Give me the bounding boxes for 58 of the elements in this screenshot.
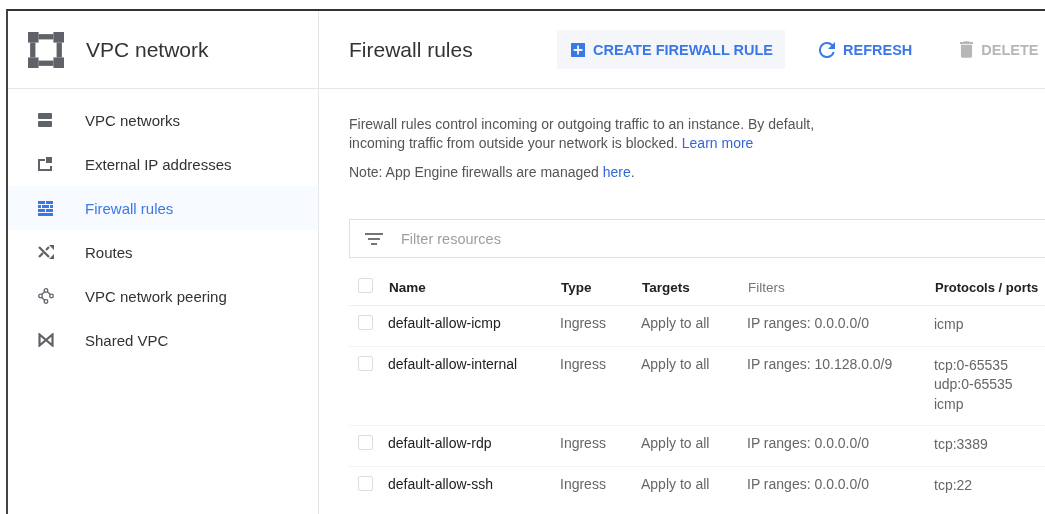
row-checkbox[interactable] — [358, 315, 373, 330]
table-cell-text: tcp:0-65535 — [934, 355, 1009, 375]
sidebar-item[interactable]: VPC networks — [8, 98, 318, 142]
table-cell: Ingress — [560, 466, 641, 506]
page-title: Firewall rules — [349, 37, 474, 62]
table-cell: default-allow-rdp — [388, 425, 560, 466]
network-logo-icon — [28, 31, 64, 68]
table-cell: default-allow-internal — [388, 346, 560, 426]
column-header[interactable]: Targets — [641, 270, 747, 306]
product-title: VPC network — [86, 37, 209, 62]
learn-more-link[interactable]: Learn more — [681, 135, 754, 151]
sidebar-item[interactable]: Routes — [8, 230, 318, 274]
refresh-icon — [819, 41, 835, 58]
here-link[interactable]: here — [602, 164, 631, 180]
brick-wall-icon — [38, 200, 53, 216]
table-cell-text: icmp — [934, 315, 965, 334]
column-header[interactable]: Protocols / ports — [934, 270, 1045, 306]
column-header: Filters — [747, 270, 934, 306]
table-cell-text: udp:0-65535 — [934, 375, 1014, 394]
row-checkbox[interactable] — [358, 435, 373, 450]
add-icon — [571, 41, 586, 58]
column-header[interactable]: Name — [388, 270, 560, 306]
row-checkbox[interactable] — [358, 355, 373, 371]
table-cell: Apply to all — [641, 346, 747, 426]
table-cell: Ingress — [560, 346, 641, 426]
table-cell-text: tcp:3389 — [934, 435, 989, 454]
filter-icon — [365, 233, 383, 245]
trash-icon — [960, 41, 974, 58]
sidebar-item[interactable]: Firewall rules — [8, 186, 318, 230]
select-all-checkbox[interactable] — [358, 278, 373, 293]
table-cell: IP ranges: 0.0.0.0/0 — [747, 425, 934, 466]
sidebar-item[interactable]: Shared VPC — [8, 318, 318, 362]
table-cell-text: tcp:22 — [934, 475, 974, 495]
filter-field[interactable]: Filter resources — [349, 219, 1045, 258]
shuffle-icon — [38, 245, 54, 259]
table-cell: Ingress — [560, 425, 641, 466]
server-list-icon — [38, 113, 52, 127]
table-cell: IP ranges: 0.0.0.0/0 — [747, 466, 934, 506]
table-cell-text: icmp — [934, 394, 965, 414]
row-checkbox[interactable] — [358, 475, 373, 491]
description-text: Firewall rules control incoming or outgoing traffic to an instance. By default, incoming traffic from outside your network is blocked. Learn more — [349, 115, 816, 153]
sidebar-item[interactable]: VPC network peering — [8, 274, 318, 318]
sidebar-item[interactable]: External IP addresses — [8, 142, 318, 186]
table-cell: Apply to all — [641, 466, 747, 506]
connected-nodes-icon — [38, 288, 54, 304]
create-button[interactable]: CREATE FIREWALL RULE — [557, 30, 785, 69]
window-corner-icon — [38, 157, 52, 171]
table-cell: Ingress — [560, 305, 641, 346]
bowtie-icon — [38, 333, 54, 347]
refresh-button[interactable]: REFRESH — [807, 30, 925, 69]
table-cell: default-allow-ssh — [388, 466, 560, 506]
table-cell: Apply to all — [641, 425, 747, 466]
note-text: Note: App Engine firewalls are managed here. — [349, 163, 636, 182]
table-cell: default-allow-icmp — [388, 305, 560, 346]
table-cell: IP ranges: 10.128.0.0/9 — [747, 346, 934, 426]
table-cell: IP ranges: 0.0.0.0/0 — [747, 305, 934, 346]
column-header[interactable]: Type — [560, 270, 641, 306]
table-cell: Apply to all — [641, 305, 747, 346]
